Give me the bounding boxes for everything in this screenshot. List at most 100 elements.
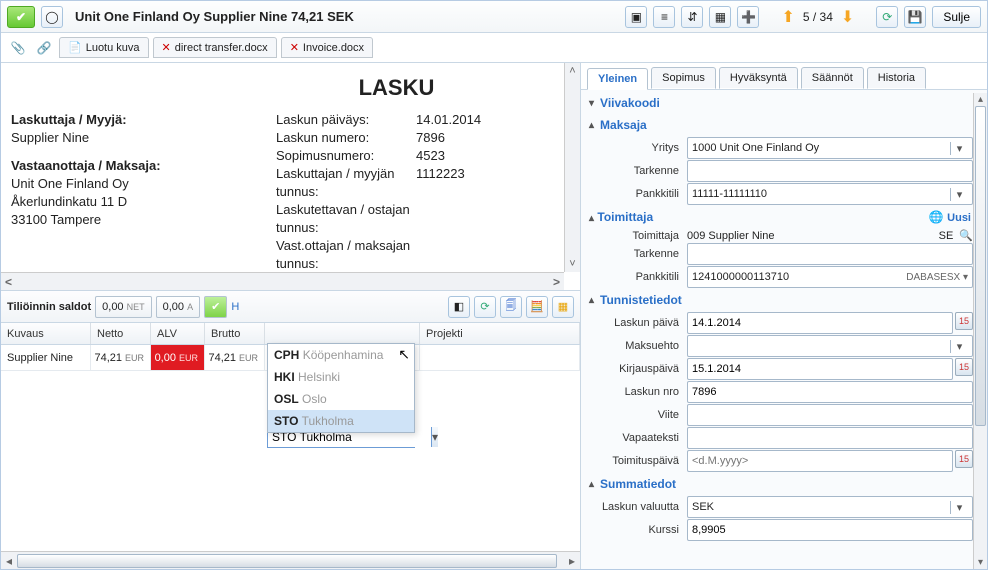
refresh-button[interactable]: ⟳ xyxy=(876,6,898,28)
chevron-down-icon[interactable]: ▾ xyxy=(950,501,968,514)
toimituspaiva-input[interactable] xyxy=(687,450,953,472)
tool-icon-4[interactable]: ▦ xyxy=(709,6,731,28)
net-suffix: NET xyxy=(127,302,145,312)
attachment-icon[interactable]: 📎 xyxy=(7,37,29,59)
tab-saannot[interactable]: Säännöt xyxy=(801,67,864,89)
scroll-down-icon[interactable]: ˅ xyxy=(569,256,575,272)
autocomplete-item-osl[interactable]: OSL Oslo xyxy=(268,388,414,410)
kirjauspaiva-input[interactable] xyxy=(687,358,953,380)
abacus-icon[interactable]: 🧮 xyxy=(526,296,548,318)
grid-header-alv[interactable]: ALV xyxy=(151,323,205,344)
globe-icon[interactable]: 🌐 xyxy=(929,210,944,224)
tab-luotu-kuva[interactable]: 📄Luotu kuva xyxy=(59,37,149,58)
tab-hyvaksynta[interactable]: Hyväksyntä xyxy=(719,67,798,89)
kurssi-input[interactable] xyxy=(687,519,973,541)
grid-tool-icon[interactable]: ▦ xyxy=(552,296,574,318)
yritys-combo[interactable]: 1000 Unit One Finland Oy▾ xyxy=(687,137,973,159)
chevron-down-icon[interactable]: ▾ xyxy=(950,142,968,155)
tab-label: Luotu kuva xyxy=(86,42,140,54)
cell-brutto: 74,21EUR xyxy=(205,345,265,370)
maksuehto-combo[interactable]: ▾ xyxy=(687,335,973,357)
viite-input[interactable] xyxy=(687,404,973,426)
net-balance-button[interactable]: 0,00 NET xyxy=(95,296,151,318)
label-pankkitili: Pankkitili xyxy=(587,188,687,200)
doc-vertical-scrollbar[interactable]: ˄ ˅ xyxy=(564,63,580,272)
section-summatiedot[interactable]: ▴Summatiedot xyxy=(587,473,973,495)
save-button[interactable]: 💾 xyxy=(904,6,926,28)
scrollbar-thumb[interactable] xyxy=(17,554,557,568)
tab-yleinen[interactable]: Yleinen xyxy=(587,68,648,90)
laskun-paiva-input[interactable] xyxy=(687,312,953,334)
scroll-down-icon[interactable]: ▾ xyxy=(974,556,987,569)
combo-dropdown-icon[interactable]: ▾ xyxy=(431,427,438,447)
autocomplete-item-cph[interactable]: CPH Kööpenhamina xyxy=(268,344,414,366)
next-record-button[interactable]: ⬇ xyxy=(841,7,854,27)
label-tarkenne: Tarkenne xyxy=(587,165,687,177)
tool-icon-1[interactable]: ▣ xyxy=(625,6,647,28)
tool-icon-3[interactable]: ⇵ xyxy=(681,6,703,28)
section-maksaja[interactable]: ▴Maksaja xyxy=(587,114,973,136)
laskun-nro-input[interactable] xyxy=(687,381,973,403)
tool-icon-5[interactable]: ➕ xyxy=(737,6,759,28)
approve-button[interactable]: ✔ xyxy=(7,6,35,28)
doc-tool-icon[interactable]: 🗐 xyxy=(500,296,522,318)
toimittaja-country: SE xyxy=(939,230,954,242)
scroll-up-icon[interactable]: ▴ xyxy=(974,93,987,106)
section-tunnistetiedot[interactable]: ▴Tunnistetiedot xyxy=(587,289,973,311)
doc-heading: LASKU xyxy=(231,75,562,101)
green-action-button[interactable]: ✔ xyxy=(204,296,227,318)
tool-icon-2[interactable]: ≡ xyxy=(653,6,675,28)
balances-label: Tiliöinnin saldot xyxy=(7,301,91,313)
calendar-icon[interactable]: 15 xyxy=(955,312,973,330)
scroll-up-icon[interactable]: ˄ xyxy=(569,63,575,79)
grid-header-brutto[interactable]: Brutto xyxy=(205,323,265,344)
calendar-icon[interactable]: 15 xyxy=(955,450,973,468)
close-tab-icon[interactable]: ✕ xyxy=(290,41,299,54)
tab-label: Invoice.docx xyxy=(303,42,364,54)
scroll-left-icon[interactable]: ◂ xyxy=(1,554,17,568)
tab-invoice[interactable]: ✕ Invoice.docx xyxy=(281,37,373,58)
grid-horizontal-scrollbar[interactable]: ◂ ▸ xyxy=(1,551,580,569)
autocomplete-item-sto[interactable]: STO Tukholma↖ xyxy=(268,410,414,432)
close-button[interactable]: Sulje xyxy=(932,6,981,28)
refresh-icon[interactable]: ⟳ xyxy=(474,296,496,318)
tab-sopimus[interactable]: Sopimus xyxy=(651,67,716,89)
search-icon[interactable]: 🔍 xyxy=(959,229,973,242)
grid-header-projekti[interactable]: Projekti xyxy=(420,323,580,344)
section-viivakoodi[interactable]: ▾Viivakoodi xyxy=(587,92,973,114)
calendar-icon[interactable]: 15 xyxy=(955,358,973,376)
grid-header-kuvaus[interactable]: Kuvaus xyxy=(1,323,91,344)
label-toimittaja: Toimittaja xyxy=(587,230,687,242)
a-balance-button[interactable]: 0,00 A xyxy=(156,296,201,318)
cell-alv: 0,00EUR xyxy=(151,345,205,370)
close-tab-icon[interactable]: ✕ xyxy=(162,41,171,54)
chevron-down-icon[interactable]: ▾ xyxy=(950,340,968,353)
vapaateksti-input[interactable] xyxy=(687,427,973,449)
toimittaja-tarkenne-input[interactable] xyxy=(687,243,973,265)
scrollbar-thumb[interactable] xyxy=(975,106,986,426)
autocomplete-dropdown[interactable]: CPH Kööpenhamina HKI Helsinki OSL Oslo S… xyxy=(267,343,415,433)
tab-label: direct transfer.docx xyxy=(175,42,268,54)
valuutta-combo[interactable]: SEK▾ xyxy=(687,496,973,518)
right-pane-scrollbar[interactable]: ▴ ▾ xyxy=(973,93,987,569)
circle-icon-button[interactable]: ◯ xyxy=(41,6,63,28)
tab-historia[interactable]: Historia xyxy=(867,67,926,89)
eraser-icon[interactable]: ◧ xyxy=(448,296,470,318)
doc-horizontal-scrollbar[interactable]: < > xyxy=(1,272,564,290)
scroll-right-icon[interactable]: > xyxy=(549,275,564,289)
section-toimittaja[interactable]: ▴ Toimittaja 🌐 Uusi xyxy=(587,206,973,228)
tab-direct-transfer[interactable]: ✕ direct transfer.docx xyxy=(153,37,277,58)
scroll-right-icon[interactable]: ▸ xyxy=(564,554,580,568)
pankkitili-combo[interactable]: 11111-11111110▾ xyxy=(687,183,973,205)
uusi-link[interactable]: Uusi xyxy=(947,212,971,224)
chevron-down-icon[interactable]: ▾ xyxy=(950,188,968,201)
scroll-left-icon[interactable]: < xyxy=(1,275,16,289)
delete-attachment-icon[interactable]: 🔗 xyxy=(33,37,55,59)
prev-record-button[interactable]: ⬆ xyxy=(781,7,794,27)
label-kirjauspaiva: Kirjauspäivä xyxy=(587,363,687,375)
toimittaja-pankkitili-combo[interactable]: 1241000000113710DABASESX ▾ xyxy=(687,266,973,288)
grid-header-netto[interactable]: Netto xyxy=(91,323,151,344)
tarkenne-input[interactable] xyxy=(687,160,973,182)
autocomplete-item-hki[interactable]: HKI Helsinki xyxy=(268,366,414,388)
header-letter-button[interactable]: H xyxy=(231,301,239,313)
